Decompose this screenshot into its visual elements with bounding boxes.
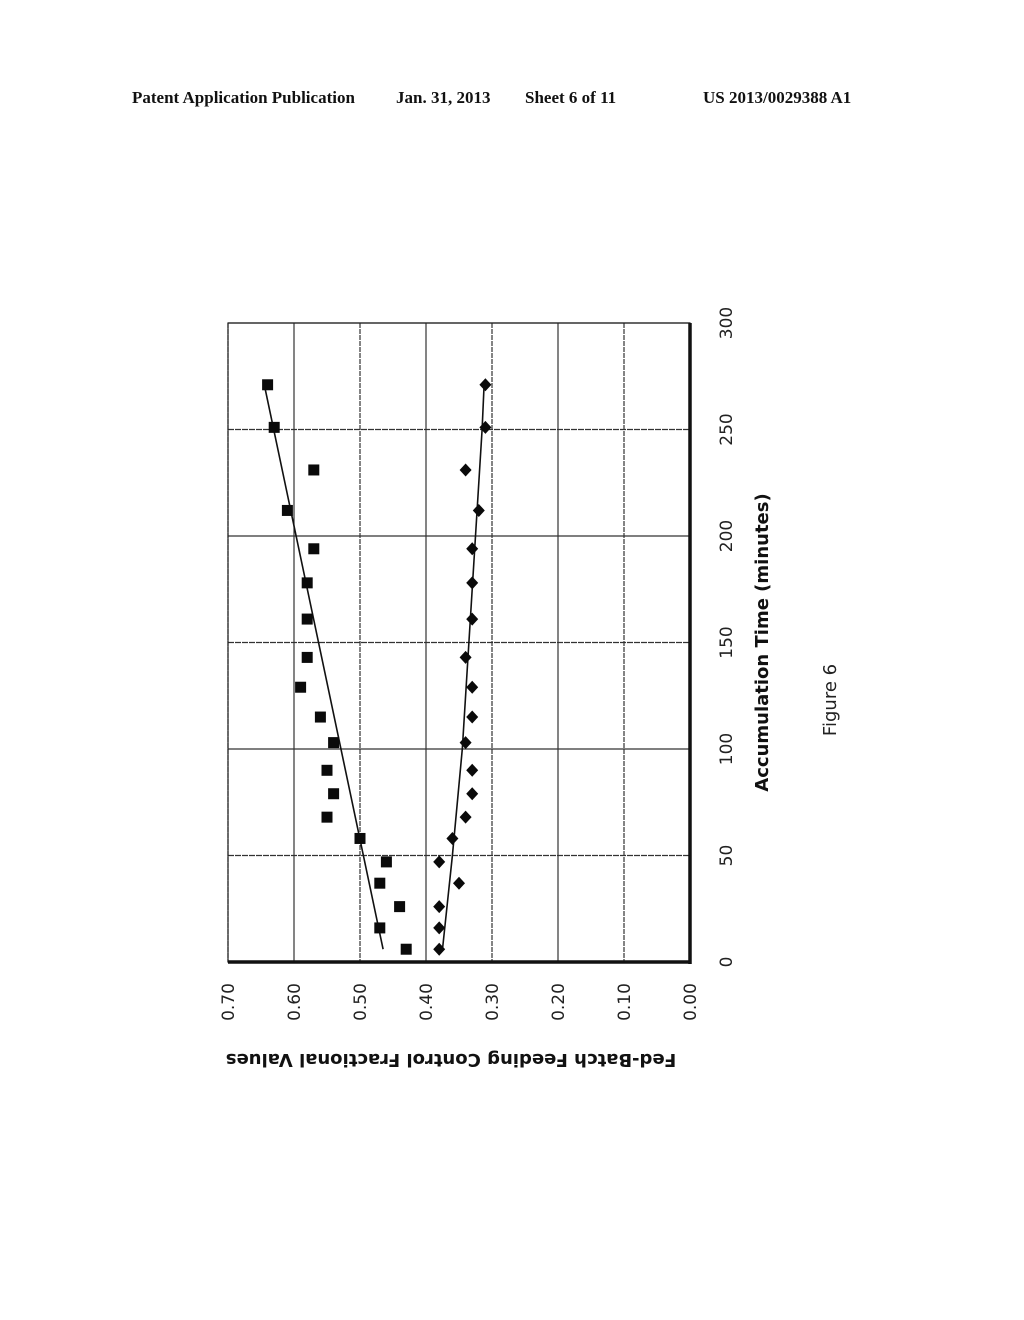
- data-point-diamond: [459, 736, 472, 750]
- x-tick-label: 150: [717, 626, 737, 658]
- data-point-diamond: [459, 463, 472, 477]
- data-point-square: [328, 788, 340, 800]
- y-tick-label: 0.40: [417, 983, 437, 1021]
- x-axis-title: Accumulation Time (minutes): [752, 493, 773, 791]
- data-point-square: [314, 711, 326, 723]
- y-tick-label: 0.50: [351, 983, 371, 1021]
- data-point-square: [308, 543, 320, 555]
- data-point-square: [301, 651, 313, 663]
- x-tick-label: 50: [717, 845, 737, 867]
- y-tick-label: 0.10: [615, 983, 635, 1021]
- data-point-square: [295, 681, 307, 693]
- y-tick-label: 0.30: [483, 983, 503, 1021]
- data-point-square: [321, 811, 333, 823]
- data-point-square: [374, 877, 386, 889]
- data-point-diamond: [433, 921, 446, 935]
- data-point-diamond: [459, 810, 472, 824]
- data-point-square: [380, 856, 392, 868]
- chart: 0 50 100 150 200 250 300 0.00 0.10 0.20 0.30 0.40 0.…: [219, 307, 841, 1070]
- data-point-diamond: [446, 831, 459, 845]
- data-point-diamond: [433, 855, 446, 869]
- data-point-square: [301, 613, 313, 625]
- data-point-diamond: [459, 650, 472, 664]
- data-point-square: [262, 379, 274, 391]
- y-tick-label: 0.70: [219, 983, 239, 1021]
- data-point-square: [268, 421, 280, 433]
- data-point-diamond: [453, 876, 465, 890]
- y-tick-label: 0.60: [285, 983, 305, 1021]
- y-tick-label: 0.20: [549, 983, 569, 1021]
- data-point-square: [354, 832, 366, 844]
- x-tick-label: 250: [717, 413, 737, 445]
- data-point-square: [394, 901, 406, 913]
- figure-caption: Figure 6: [820, 664, 841, 736]
- data-point-square: [281, 504, 293, 516]
- data-point-diamond: [466, 680, 479, 694]
- trendlines: [263, 384, 485, 950]
- x-tick-label: 0: [717, 957, 737, 968]
- data-point-diamond: [466, 576, 479, 590]
- labels: 0 50 100 150 200 250 300 0.00 0.10 0.20 0.30 0.40 0.…: [219, 307, 841, 1070]
- data-point-square: [308, 464, 320, 476]
- data-point-diamond: [433, 900, 446, 914]
- x-tick-label: 300: [717, 307, 737, 339]
- grid: [227, 322, 691, 963]
- data-point-square: [374, 922, 386, 934]
- data-point-diamond: [472, 503, 485, 517]
- data-point-diamond: [479, 378, 492, 392]
- x-tick-label: 200: [717, 520, 737, 552]
- y-tick-label: 0.00: [681, 983, 701, 1021]
- data-point-square: [400, 943, 412, 955]
- data-points: [262, 378, 492, 956]
- y-axis-title: Fed-Batch Feeding Control Fractional Val…: [226, 1049, 676, 1070]
- plot-frame: [227, 322, 692, 964]
- trendline-series-1: [263, 384, 384, 950]
- data-point-square: [328, 737, 340, 749]
- data-point-square: [301, 577, 313, 589]
- data-point-diamond: [466, 787, 479, 801]
- data-point-diamond: [466, 612, 479, 626]
- x-tick-label: 100: [717, 733, 737, 765]
- data-point-square: [321, 764, 333, 776]
- data-point-diamond: [466, 710, 479, 724]
- data-point-diamond: [466, 542, 479, 556]
- data-point-diamond: [466, 763, 479, 777]
